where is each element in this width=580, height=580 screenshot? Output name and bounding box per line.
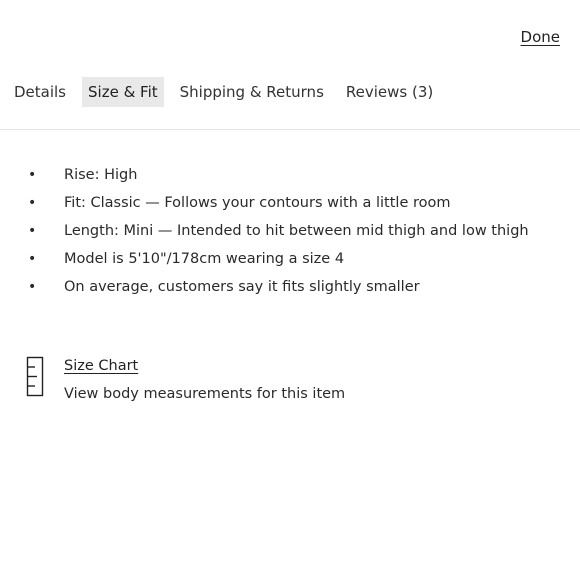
bullet-dot: • bbox=[28, 167, 37, 183]
tabs-divider bbox=[0, 129, 580, 130]
size-chart-link[interactable]: Size Chart bbox=[64, 352, 345, 380]
list-item: • Length: Mini — Intended to hit between… bbox=[28, 217, 548, 245]
bullet-dot: • bbox=[28, 279, 37, 295]
tab-details[interactable]: Details bbox=[8, 77, 72, 107]
ruler-icon bbox=[25, 356, 47, 408]
size-chart-text: Size Chart View body measurements for th… bbox=[64, 352, 345, 408]
fit-details-list: • Rise: High • Fit: Classic — Follows yo… bbox=[28, 161, 548, 301]
bullet-dot: • bbox=[28, 223, 37, 239]
tab-size-and-fit[interactable]: Size & Fit bbox=[82, 77, 164, 107]
tab-reviews[interactable]: Reviews (3) bbox=[340, 77, 439, 107]
bullet-dot: • bbox=[28, 251, 37, 267]
done-link[interactable]: Done bbox=[521, 28, 560, 46]
fit-detail-text: Length: Mini — Intended to hit between m… bbox=[64, 223, 529, 239]
fit-detail-text: Rise: High bbox=[64, 167, 138, 183]
fit-detail-text: On average, customers say it fits slight… bbox=[64, 279, 420, 295]
fit-detail-text: Model is 5'10"/178cm wearing a size 4 bbox=[64, 251, 345, 267]
tab-shipping-and-returns[interactable]: Shipping & Returns bbox=[174, 77, 330, 107]
product-info-tabs: Details Size & Fit Shipping & Returns Re… bbox=[8, 74, 580, 110]
fit-detail-text: Fit: Classic — Follows your contours wit… bbox=[64, 195, 451, 211]
bullet-dot: • bbox=[28, 195, 37, 211]
size-chart-section: Size Chart View body measurements for th… bbox=[25, 352, 345, 408]
list-item: • On average, customers say it fits slig… bbox=[28, 273, 548, 301]
list-item: • Model is 5'10"/178cm wearing a size 4 bbox=[28, 245, 548, 273]
list-item: • Fit: Classic — Follows your contours w… bbox=[28, 189, 548, 217]
size-chart-description: View body measurements for this item bbox=[64, 386, 346, 402]
list-item: • Rise: High bbox=[28, 161, 548, 189]
